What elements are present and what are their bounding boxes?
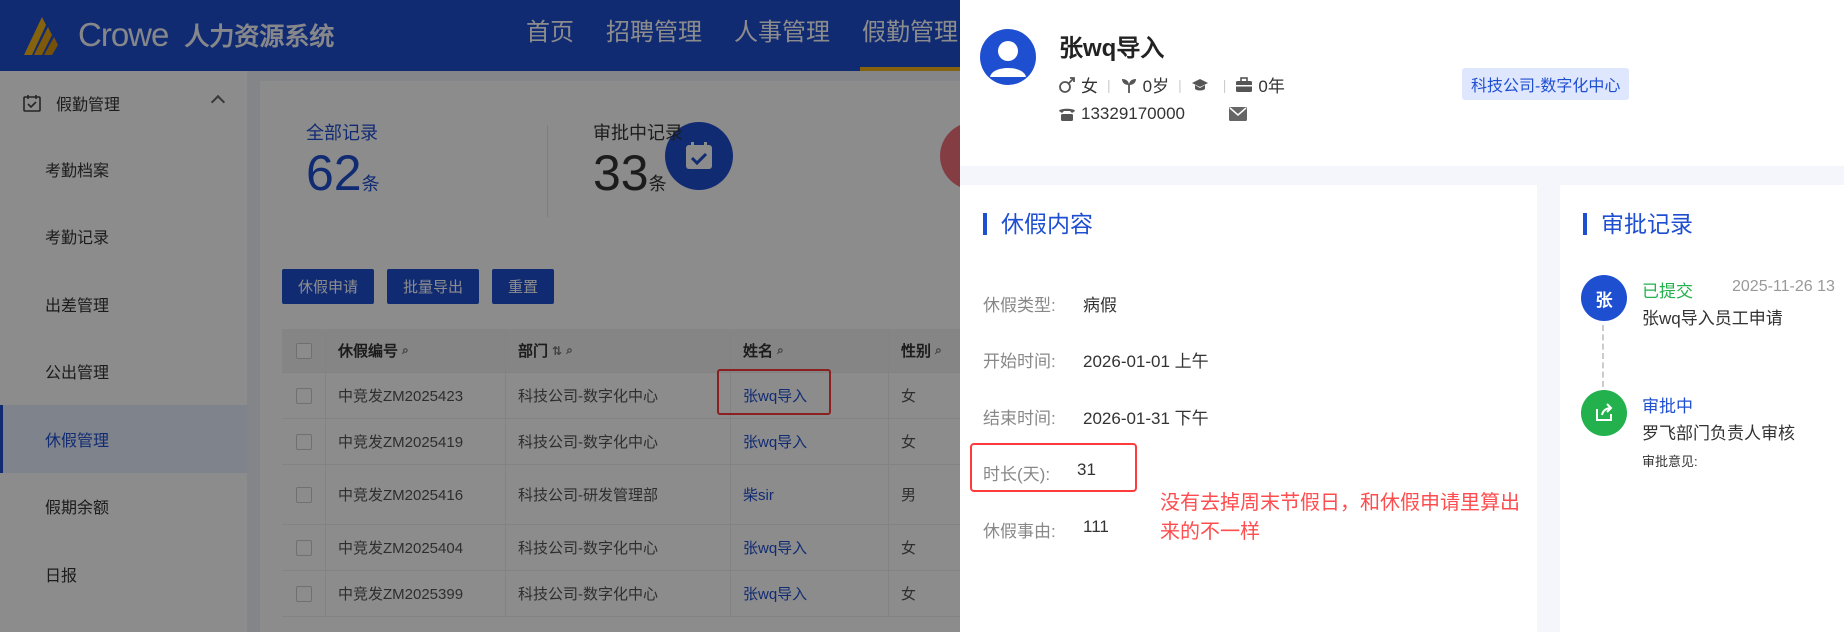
field-value: 111 [1083, 517, 1109, 536]
education-info [1191, 76, 1214, 94]
field-label: 结束时间: [983, 409, 1056, 428]
employee-contact: 13329170000 [1058, 104, 1252, 124]
tenure-info: 0年 [1235, 72, 1285, 97]
timeline-status-submitted: 已提交 [1642, 282, 1693, 301]
employee-meta: 女 | 0岁 | | 0年 [1058, 72, 1285, 97]
duration-highlight-box [970, 443, 1137, 492]
field-end-time: 结束时间: 2026-01-31 下午 [983, 404, 1209, 429]
field-value: 2026-01-01 上午 [1083, 352, 1209, 371]
timeline-time: 2025-11-26 13 [1732, 278, 1835, 295]
leave-content-title: 休假内容 [983, 213, 1093, 236]
timeline-text: 张wq导入员工申请 [1642, 309, 1783, 328]
user-icon [990, 41, 1026, 77]
field-reason: 休假事由: 111 [983, 517, 1109, 542]
leave-detail-drawer: 张wq导入 女 | 0岁 | | 0年 科技公司-数字化中心 133291700… [960, 0, 1844, 632]
approval-record-title: 审批记录 [1583, 213, 1693, 236]
field-label: 休假事由: [983, 522, 1056, 541]
employee-name: 张wq导入 [1059, 35, 1165, 62]
gender-info: 女 [1058, 72, 1098, 97]
field-start-time: 开始时间: 2026-01-01 上午 [983, 347, 1209, 372]
gender-value: 女 [1081, 77, 1098, 96]
field-label: 休假类型: [983, 296, 1056, 315]
field-label: 开始时间: [983, 352, 1056, 371]
timeline-step-icon [1581, 390, 1627, 436]
phone-icon [1059, 108, 1075, 121]
timeline-text: 罗飞部门负责人审核 [1642, 424, 1795, 443]
share-icon [1596, 403, 1613, 421]
timeline-status-pending: 审批中 [1642, 397, 1693, 416]
field-value: 病假 [1083, 296, 1117, 315]
drawer-mask[interactable] [0, 0, 960, 632]
mail-icon [1229, 107, 1248, 121]
employee-header: 张wq导入 女 | 0岁 | | 0年 科技公司-数字化中心 133291700… [960, 0, 1844, 166]
phone-value: 13329170000 [1081, 104, 1186, 123]
avatar [980, 29, 1036, 85]
field-leave-type: 休假类型: 病假 [983, 291, 1117, 316]
age-value: 0岁 [1142, 77, 1170, 96]
timeline-avatar: 张 [1581, 275, 1627, 321]
field-value: 2026-01-31 下午 [1083, 409, 1209, 428]
leave-content-card: 休假内容 休假类型: 病假 开始时间: 2026-01-01 上午 结束时间: … [960, 185, 1537, 632]
timeline-note: 审批意见: [1642, 454, 1698, 469]
age-info: 0岁 [1120, 72, 1169, 97]
graduation-cap-icon [1191, 78, 1208, 90]
briefcase-icon [1236, 76, 1253, 92]
timeline-connector [1602, 325, 1604, 387]
tenure-value: 0年 [1258, 77, 1285, 96]
dept-tag: 科技公司-数字化中心 [1462, 68, 1630, 100]
sprout-icon [1121, 78, 1136, 93]
male-icon [1059, 76, 1075, 93]
annotation-text: 没有去掉周末节假日，和休假申请里算出来的不一样 [1160, 492, 1520, 543]
